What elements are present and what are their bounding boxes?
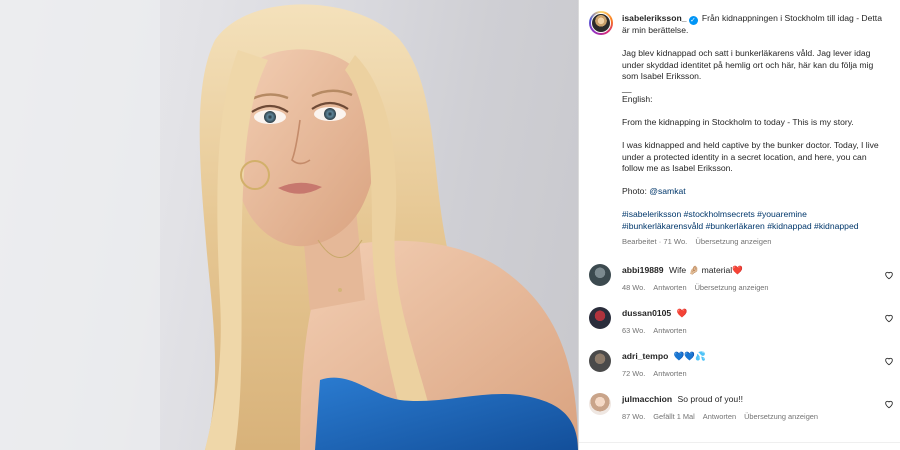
post-translate-link[interactable]: Übersetzung anzeigen <box>695 237 771 246</box>
reply-link[interactable]: Antworten <box>703 412 736 421</box>
verified-badge-icon: ✓ <box>688 16 698 25</box>
commenter-avatar[interactable] <box>589 350 611 372</box>
commenter-avatar[interactable] <box>589 393 611 415</box>
caption-line: I was kidnapped and held captive by the … <box>622 140 882 173</box>
heart-outline-icon[interactable] <box>884 313 894 323</box>
comment-age: 63 Wo. <box>622 326 646 335</box>
comment-text: So proud of you!! <box>677 394 743 404</box>
photo-credit-label: Photo: <box>622 186 647 196</box>
comment-text: 💙💙 <box>673 351 696 361</box>
post-caption: isabeleriksson_ ✓ Från kidnappningen i St… <box>622 13 884 248</box>
commenter-username[interactable]: adri_tempo <box>622 351 671 361</box>
commenter-username[interactable]: julmacchion <box>622 394 675 404</box>
author-username[interactable]: isabeleriksson_ <box>622 13 687 23</box>
comment-emoji: ❤️ <box>732 265 743 275</box>
heart-outline-icon[interactable] <box>884 356 894 366</box>
comment-text: Wife 🤌🏼 material <box>668 265 733 275</box>
post-meta: Bearbeitet · 71 Wo. Übersetzung anzeigen <box>622 236 884 248</box>
heart-outline-icon[interactable] <box>884 270 894 280</box>
commenter-username[interactable]: dussan0105 <box>622 308 674 318</box>
photo-credit-link[interactable]: @samkat <box>649 186 685 196</box>
comment-age: 48 Wo. <box>622 283 646 292</box>
caption-line: Jag blev kidnappad och satt i bunkerläka… <box>622 48 876 81</box>
commenter-username[interactable]: abbi19889 <box>622 265 666 275</box>
commenter-avatar[interactable] <box>589 264 611 286</box>
caption-line: __ <box>622 82 632 93</box>
comment-translate-link[interactable]: Übersetzung anzeigen <box>744 412 818 421</box>
caption-line: English: <box>622 94 653 104</box>
actions-divider <box>579 442 900 443</box>
reply-link[interactable]: Antworten <box>653 326 686 335</box>
portrait-image <box>0 0 578 450</box>
commenter-avatar[interactable] <box>589 307 611 329</box>
heart-outline-icon[interactable] <box>884 399 894 409</box>
comment-age: 87 Wo. <box>622 412 646 421</box>
reply-link[interactable]: Antworten <box>653 369 686 378</box>
reply-link[interactable]: Antworten <box>653 283 686 292</box>
post-edited-age: Bearbeitet · 71 Wo. <box>622 237 688 246</box>
comment-emoji: 💦 <box>695 351 706 361</box>
caption-line: From the kidnapping in Stockholm to toda… <box>622 117 854 127</box>
post-photo[interactable] <box>0 0 578 450</box>
hashtags[interactable]: #isabeleriksson #stockholmsecrets #youar… <box>622 209 884 232</box>
comment-emoji: ❤️ <box>676 308 688 318</box>
comment-likes[interactable]: Gefällt 1 Mal <box>653 412 695 421</box>
author-avatar[interactable] <box>589 11 613 35</box>
comment-translate-link[interactable]: Übersetzung anzeigen <box>695 283 769 292</box>
comment-age: 72 Wo. <box>622 369 646 378</box>
comments-panel: isabeleriksson_ ✓ Från kidnappningen i St… <box>579 0 900 450</box>
